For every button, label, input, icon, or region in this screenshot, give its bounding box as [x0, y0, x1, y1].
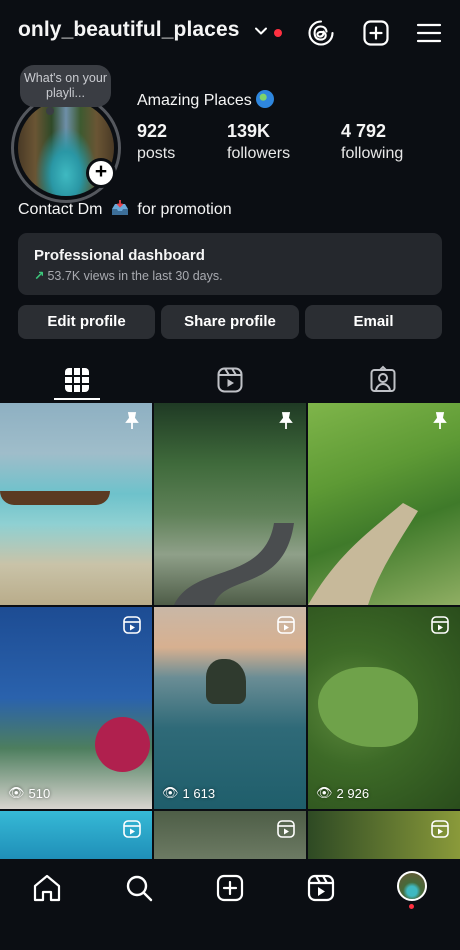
- account-username[interactable]: only_beautiful_places: [18, 18, 240, 42]
- email-button[interactable]: Email: [305, 305, 442, 339]
- tab-posts[interactable]: [0, 360, 153, 402]
- eye-icon: 👁︎: [162, 785, 179, 800]
- home-icon[interactable]: [30, 871, 64, 905]
- bio-text-end: for promotion: [137, 201, 232, 218]
- leaf-shape: [318, 667, 418, 747]
- followers-count: 139K: [227, 121, 271, 141]
- trend-up-icon: ↗: [34, 269, 45, 283]
- menu-icon[interactable]: [414, 18, 444, 48]
- display-name-text: Amazing Places: [137, 92, 252, 109]
- view-count-value: 1 613: [182, 785, 216, 801]
- stat-following[interactable]: 4 792 following: [341, 121, 403, 163]
- post-thumbnail-4[interactable]: 👁︎ 510: [0, 607, 152, 809]
- post-thumbnail-2[interactable]: [154, 403, 306, 605]
- post-thumbnail-6[interactable]: 👁︎ 2 926: [308, 607, 460, 809]
- professional-dashboard[interactable]: Professional dashboard ↗ 53.7K views in t…: [18, 233, 442, 295]
- tab-reels[interactable]: [153, 360, 306, 402]
- pin-icon: [433, 412, 447, 429]
- view-count-value: 510: [28, 785, 51, 801]
- bio: Contact Dm for promotion: [18, 200, 232, 219]
- posts-label: posts: [137, 145, 176, 162]
- reel-icon: [123, 820, 141, 838]
- following-count: 4 792: [341, 121, 387, 141]
- active-tab-indicator: [54, 398, 100, 400]
- notification-dot: [409, 904, 414, 909]
- post-thumbnail-7[interactable]: [0, 811, 152, 859]
- dashboard-subtitle-text: 53.7K views in the last 30 days.: [47, 269, 223, 283]
- post-thumbnail-5[interactable]: 👁︎ 1 613: [154, 607, 306, 809]
- stat-posts[interactable]: 922 posts: [137, 121, 175, 163]
- road-shape: [174, 523, 294, 605]
- pin-icon: [279, 412, 293, 429]
- stat-followers[interactable]: 139K followers: [227, 121, 290, 163]
- reel-icon: [431, 820, 449, 838]
- grid-icon: [65, 368, 89, 392]
- view-count: 👁︎ 2 926: [316, 785, 369, 801]
- reel-icon: [277, 616, 295, 634]
- reel-icon: [431, 616, 449, 634]
- display-name: Amazing Places: [137, 90, 274, 110]
- bottom-navigation: [0, 859, 460, 950]
- notification-dot: [274, 29, 282, 37]
- chevron-down-icon[interactable]: [254, 24, 268, 38]
- boat-shape: [0, 491, 110, 505]
- flowers-shape: [95, 717, 150, 772]
- plus-icon: +: [89, 161, 113, 185]
- edit-profile-button[interactable]: Edit profile: [18, 305, 155, 339]
- reel-icon: [123, 616, 141, 634]
- new-post-icon[interactable]: [361, 18, 391, 48]
- post-thumbnail-8[interactable]: [154, 811, 306, 859]
- post-thumbnail-3[interactable]: [308, 403, 460, 605]
- eye-icon: 👁︎: [8, 785, 25, 800]
- note-bubble[interactable]: What's on your playli...: [20, 65, 111, 107]
- rock-island-shape: [206, 659, 246, 704]
- inbox-tray-icon: [111, 200, 129, 215]
- create-icon[interactable]: [213, 871, 247, 905]
- tagged-icon: [370, 365, 396, 392]
- globe-icon: [255, 90, 274, 108]
- share-profile-button[interactable]: Share profile: [161, 305, 299, 339]
- tab-tagged[interactable]: [306, 360, 459, 402]
- eye-icon: 👁︎: [316, 785, 333, 800]
- post-thumbnail-9[interactable]: [308, 811, 460, 859]
- dashboard-subtitle: ↗ 53.7K views in the last 30 days.: [34, 268, 223, 283]
- view-count-value: 2 926: [336, 785, 370, 801]
- bio-text-start: Contact Dm: [18, 201, 103, 218]
- add-story-button[interactable]: +: [86, 158, 116, 188]
- path-shape: [308, 503, 418, 605]
- reel-icon: [277, 820, 295, 838]
- search-icon[interactable]: [122, 871, 156, 905]
- reels-icon: [217, 367, 243, 393]
- view-count: 👁︎ 1 613: [162, 785, 215, 801]
- view-count: 👁︎ 510: [8, 785, 50, 801]
- note-bubble-tail: [46, 107, 54, 115]
- post-thumbnail-1[interactable]: [0, 403, 152, 605]
- threads-icon[interactable]: [306, 18, 336, 48]
- dashboard-title: Professional dashboard: [34, 247, 205, 264]
- top-bar: only_beautiful_places: [0, 0, 460, 66]
- reels-icon[interactable]: [304, 871, 338, 905]
- posts-grid: 👁︎ 510 👁︎ 1 613 👁︎ 2 926: [0, 403, 460, 859]
- followers-label: followers: [227, 145, 291, 162]
- following-label: following: [341, 145, 404, 162]
- profile-avatar[interactable]: [397, 871, 427, 901]
- posts-count: 922: [137, 121, 168, 141]
- pin-icon: [125, 412, 139, 429]
